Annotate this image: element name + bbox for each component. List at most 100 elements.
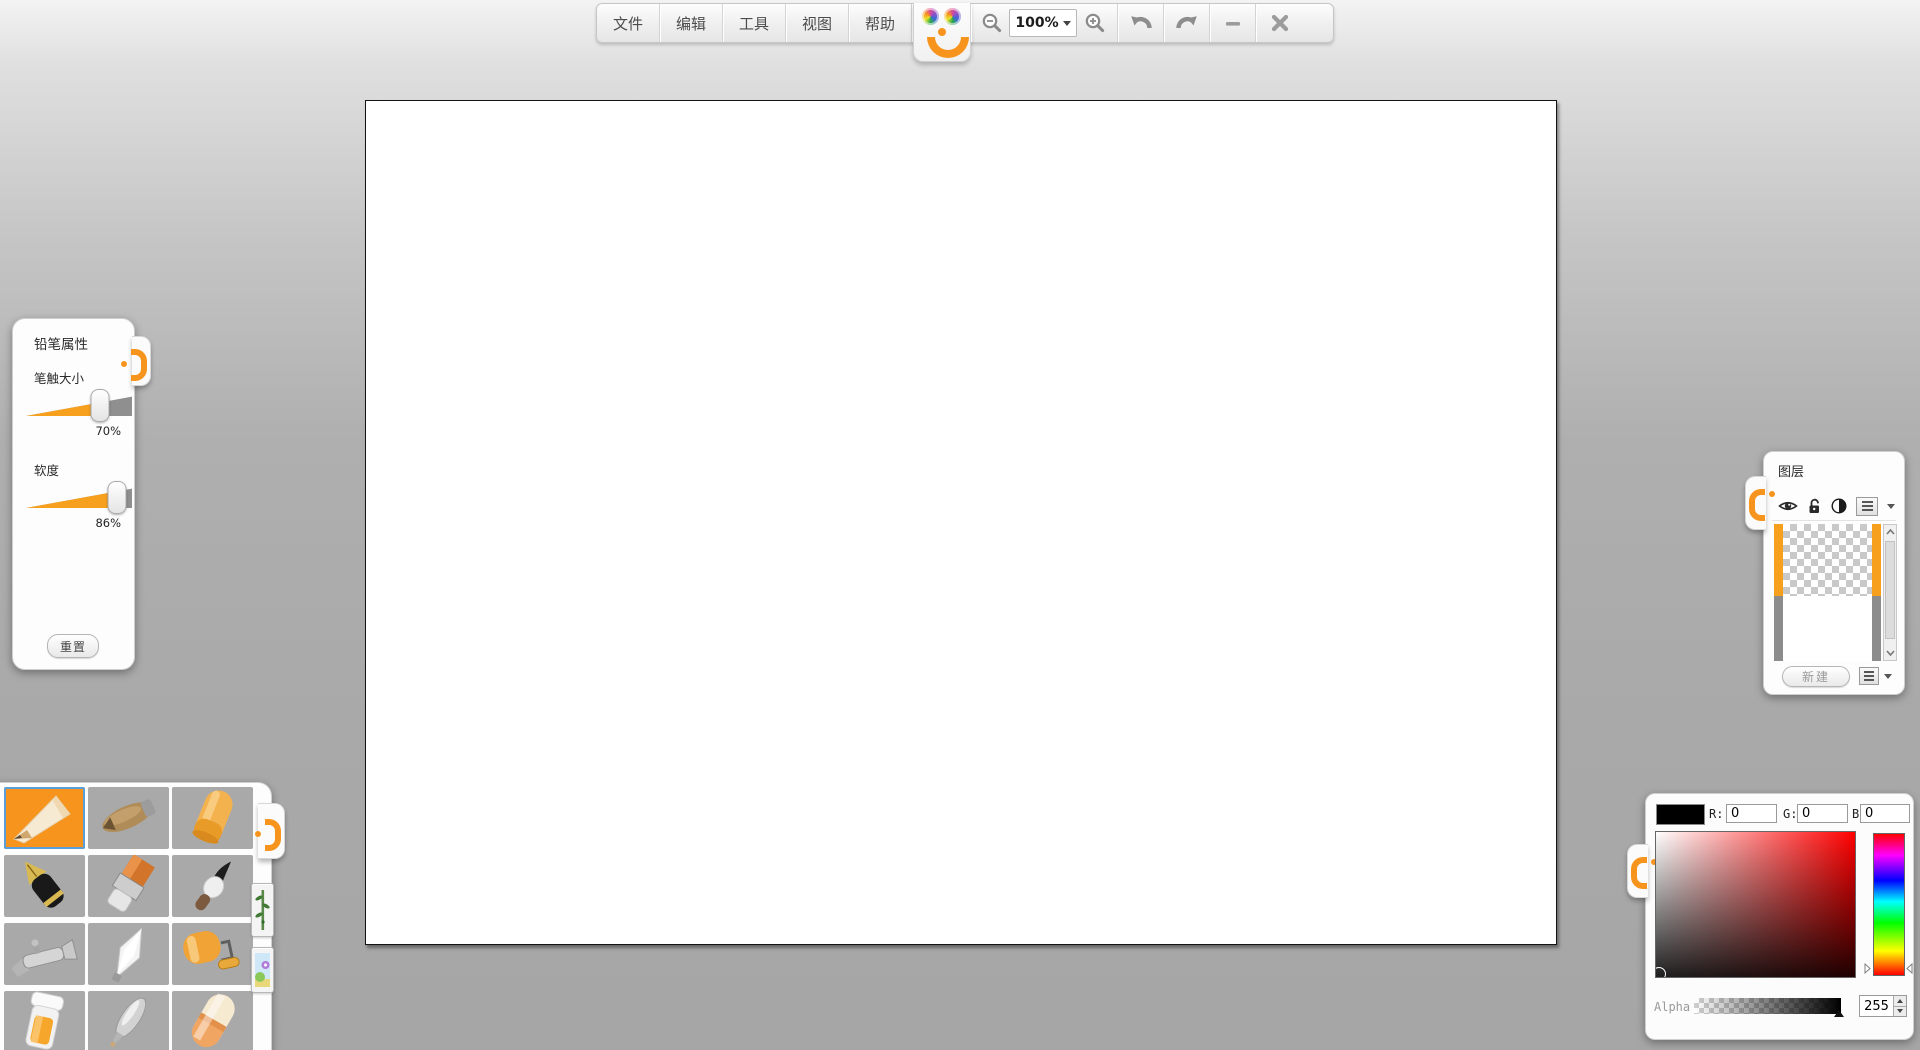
zoom-level-dropdown[interactable]: 100%	[1009, 9, 1076, 37]
wooden-pencil-icon	[88, 787, 169, 849]
tool-ink-brush[interactable]	[172, 855, 253, 917]
zoom-level-value: 100%	[1015, 15, 1058, 31]
airbrush-icon	[4, 923, 85, 985]
undo-icon	[1128, 11, 1154, 35]
layer-item-2[interactable]	[1774, 596, 1881, 661]
spinner-down-icon	[1897, 1009, 1903, 1013]
close-icon	[1270, 13, 1290, 33]
bamboo-icon	[255, 888, 270, 932]
clown-smile-handle-icon	[1749, 489, 1765, 521]
reset-button-label: 重置	[60, 638, 86, 655]
clown-face-logo-icon	[914, 5, 970, 59]
color-panel-collapse-tab[interactable]	[1627, 844, 1648, 898]
redo-button[interactable]	[1163, 4, 1209, 42]
scrollbar-thumb[interactable]	[1885, 541, 1895, 639]
new-layer-button-label: 新建	[1802, 668, 1830, 685]
red-input[interactable]	[1726, 804, 1777, 823]
zoom-in-icon	[1084, 12, 1106, 34]
layer-selected-bar	[1774, 524, 1783, 596]
menu-view[interactable]: 视图	[785, 4, 848, 42]
hamburger-icon	[1862, 505, 1873, 507]
paint-jar-icon	[4, 991, 85, 1050]
alpha-value-input[interactable]	[1860, 996, 1893, 1016]
pencil-panel-collapse-tab[interactable]	[132, 336, 151, 386]
tool-metal-pen[interactable]	[88, 991, 169, 1050]
tool-eraser[interactable]	[172, 991, 253, 1050]
brush-size-slider[interactable]	[26, 394, 132, 416]
softness-slider[interactable]	[26, 486, 132, 508]
menu-help[interactable]: 帮助	[848, 4, 911, 42]
top-toolbar: 文件 编辑 工具 视图 帮助 100%	[596, 3, 1334, 43]
tool-grid	[4, 787, 253, 1050]
scroll-up-icon[interactable]	[1886, 529, 1895, 535]
tool-crayon[interactable]	[172, 787, 253, 849]
green-label: G:	[1783, 807, 1797, 821]
minimize-button[interactable]	[1209, 4, 1255, 42]
tool-fountain-pen[interactable]	[4, 855, 85, 917]
tool-wooden-pencil[interactable]	[88, 787, 169, 849]
flat-brush-icon	[88, 855, 169, 917]
layer-selected-bar	[1872, 524, 1881, 596]
menu-file[interactable]: 文件	[597, 4, 659, 42]
picture-brush-category-button[interactable]	[251, 947, 274, 993]
alpha-increment-button[interactable]	[1894, 996, 1906, 1006]
undo-button[interactable]	[1117, 4, 1163, 42]
palette-knife-icon	[88, 923, 169, 985]
tool-airbrush[interactable]	[4, 923, 85, 985]
layer-thumbnail-transparent	[1783, 524, 1872, 596]
menu-help-label: 帮助	[865, 13, 895, 34]
scroll-down-icon[interactable]	[1886, 650, 1895, 656]
pencil-panel-title: 铅笔属性	[34, 333, 88, 353]
app-logo-slot	[911, 4, 970, 42]
layers-toolbar	[1778, 496, 1895, 516]
brush-size-slider-handle[interactable]	[91, 389, 110, 422]
green-input[interactable]	[1797, 804, 1848, 823]
color-cursor[interactable]	[1655, 967, 1666, 978]
menu-edit[interactable]: 编辑	[659, 4, 722, 42]
app-logo-tab[interactable]	[913, 3, 971, 62]
redo-icon	[1174, 11, 1200, 35]
chevron-down-icon[interactable]	[1887, 504, 1895, 509]
zoom-out-button[interactable]	[970, 4, 1013, 42]
menu-view-label: 视图	[802, 13, 832, 34]
alpha-slider-marker[interactable]	[1834, 1010, 1844, 1017]
zoom-in-button[interactable]	[1073, 4, 1117, 42]
new-layer-button[interactable]: 新建	[1782, 666, 1850, 687]
alpha-slider[interactable]	[1694, 998, 1841, 1014]
layer-item-1[interactable]	[1774, 524, 1881, 596]
hue-marker-left-icon[interactable]	[1864, 963, 1871, 974]
brush-size-slider-track	[26, 394, 132, 416]
chevron-down-icon[interactable]	[1884, 674, 1892, 679]
menu-tools[interactable]: 工具	[722, 4, 785, 42]
tool-pencil[interactable]	[4, 787, 85, 849]
tool-paint-jar[interactable]	[4, 991, 85, 1050]
contrast-halfcircle-icon[interactable]	[1831, 498, 1847, 514]
clown-smile-handle-icon	[131, 349, 147, 381]
blue-input[interactable]	[1860, 804, 1910, 823]
softness-slider-handle[interactable]	[108, 481, 127, 514]
reset-button[interactable]: 重置	[47, 634, 99, 658]
divider	[1772, 520, 1896, 521]
current-color-swatch	[1656, 804, 1705, 825]
close-button[interactable]	[1255, 4, 1303, 42]
layer-list-menu-button[interactable]	[1859, 667, 1879, 685]
tool-palette-knife[interactable]	[88, 923, 169, 985]
unlock-padlock-icon[interactable]	[1807, 498, 1822, 514]
tool-palette-panel	[0, 782, 272, 1050]
drawing-canvas[interactable]	[365, 100, 1557, 945]
tool-paint-roller[interactable]	[172, 923, 253, 985]
bamboo-brush-category-button[interactable]	[251, 883, 274, 937]
hue-marker-right-icon[interactable]	[1906, 963, 1913, 974]
hue-slider[interactable]	[1873, 833, 1905, 976]
visibility-eye-icon[interactable]	[1778, 499, 1798, 513]
layers-panel-collapse-tab[interactable]	[1745, 476, 1766, 530]
tool-flat-brush[interactable]	[88, 855, 169, 917]
app-window: 文件 编辑 工具 视图 帮助 100%	[0, 0, 1920, 1050]
softness-slider-fill	[26, 486, 117, 508]
fountain-pen-icon	[4, 855, 85, 917]
layers-scrollbar[interactable]	[1883, 524, 1897, 661]
tool-palette-collapse-tab[interactable]	[258, 803, 285, 859]
alpha-decrement-button[interactable]	[1894, 1006, 1906, 1017]
saturation-value-gradient[interactable]	[1655, 831, 1856, 978]
layer-options-menu-button[interactable]	[1856, 497, 1878, 516]
